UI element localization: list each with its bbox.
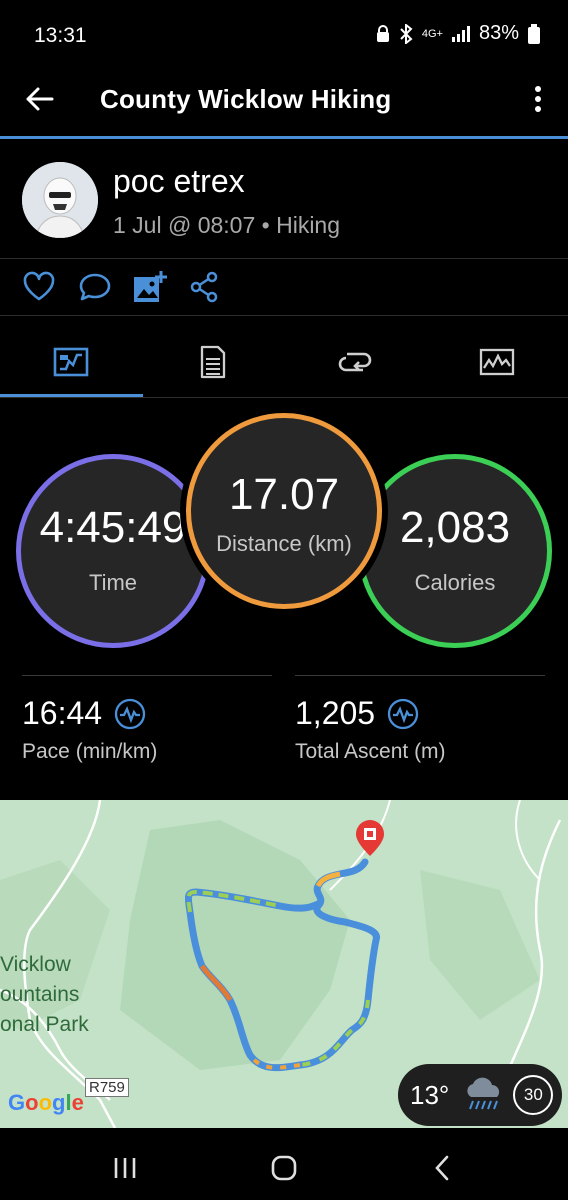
wind-icon: 30 [513,1075,554,1115]
back-nav-icon[interactable] [432,1154,452,1182]
divider [0,258,568,259]
lock-icon [376,24,389,42]
weather-widget[interactable]: 13° 30 [398,1064,562,1126]
park-label-line: ountains [0,983,80,1006]
park-label: Vicklow ountains onal Park [0,950,89,1040]
divider [0,397,568,398]
pace-stat: 16:44 [22,695,146,732]
divider [22,675,272,676]
chart-icon [479,348,515,376]
calories-label: Calories [414,570,496,595]
status-time: 13:31 [34,24,87,47]
stats-tab-icon [53,347,89,377]
ascent-chart-icon[interactable] [387,698,419,730]
heart-icon[interactable] [22,270,56,304]
user-name[interactable]: poc etrex [113,163,245,200]
time-label: Time [88,570,138,595]
back-arrow-icon[interactable] [22,82,56,116]
appbar-divider [0,136,568,139]
bluetooth-icon [400,23,413,44]
system-nav-bar [0,1128,568,1200]
laps-tab[interactable] [284,330,426,394]
wind-speed: 30 [523,1085,543,1104]
document-icon [200,345,226,379]
details-tab[interactable] [142,330,284,394]
google-logo: Google [8,1090,84,1115]
park-label-line: onal Park [0,1013,89,1036]
stats-tab[interactable] [0,330,142,394]
add-photo-icon[interactable] [133,270,167,304]
distance-ring: 17.07 Distance (km) [186,413,382,609]
loop-icon [338,352,372,372]
recent-apps-icon[interactable] [112,1156,138,1180]
battery-icon [528,23,540,44]
network-type: 4G+ [421,27,443,40]
avatar[interactable] [22,162,98,238]
ascent-label: Total Ascent (m) [295,740,446,763]
activity-meta: 1 Jul @ 08:07 • Hiking [113,212,341,238]
ascent-stat: 1,205 [295,695,419,732]
weather-temp: 13° [410,1079,450,1110]
pace-chart-icon[interactable] [114,698,146,730]
ascent-value: 1,205 [295,695,376,731]
status-icons: 4G+ 83% [376,22,540,45]
share-icon[interactable] [188,270,222,304]
road-label: R759 [85,1078,129,1097]
park-label-line: Vicklow [0,953,71,976]
rain-cloud-icon [467,1077,500,1110]
time-value: 4:45:49 [39,503,187,552]
avatar-image [22,162,98,238]
distance-value: 17.07 [228,470,340,519]
calories-ring: 2,083 Calories [358,454,552,648]
more-options-icon[interactable] [526,82,550,116]
signal-icon [451,25,470,42]
calories-value: 2,083 [399,503,511,552]
charts-tab[interactable] [426,330,568,394]
pace-value: 16:44 [22,695,103,731]
battery-percent: 83% [478,22,519,44]
distance-label: Distance (km) [216,531,352,556]
page-title: County Wicklow Hiking [100,84,392,114]
divider [0,315,568,316]
home-icon[interactable] [270,1154,298,1182]
pace-label: Pace (min/km) [22,740,158,763]
time-ring: 4:45:49 Time [16,454,210,648]
divider [295,675,545,676]
comment-icon[interactable] [78,270,112,304]
